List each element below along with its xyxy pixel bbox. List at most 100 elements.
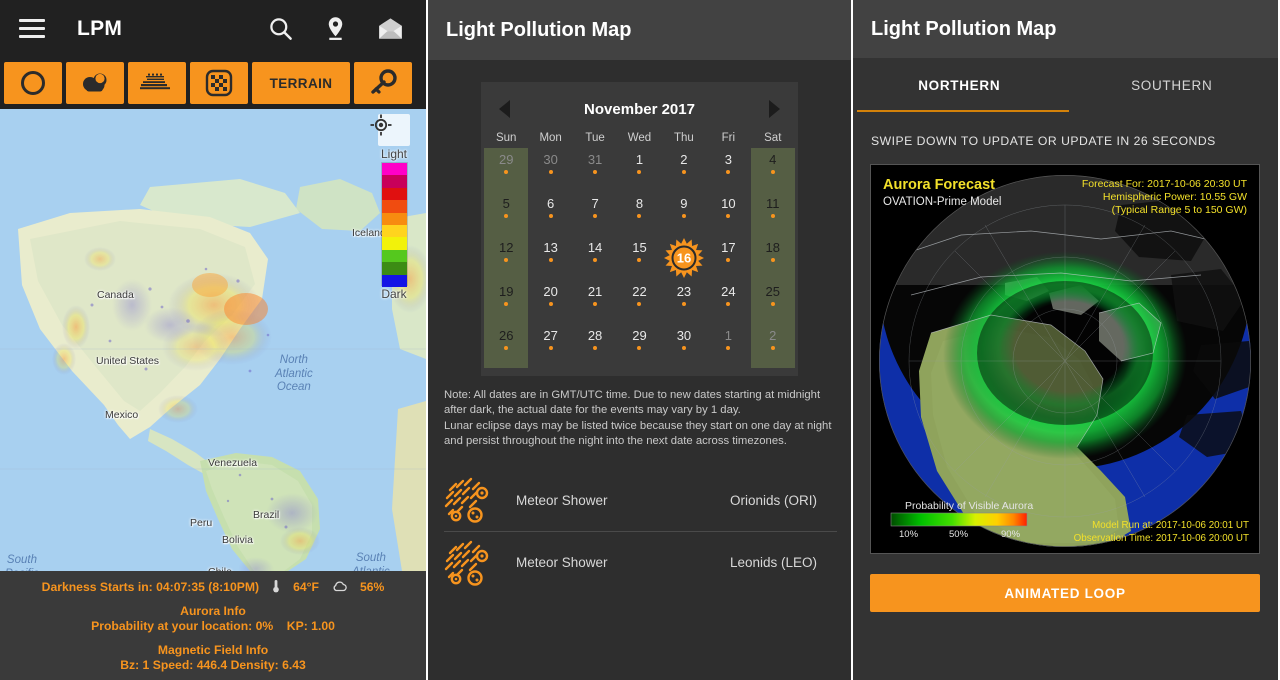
world-map[interactable]: Iceland Canada United States Mexico Vene… — [0, 109, 426, 571]
event-dot — [726, 170, 731, 174]
calendar-day-cell[interactable]: 29 — [617, 324, 661, 368]
calendar-day-number: 3 — [724, 152, 732, 167]
event-dot — [726, 214, 731, 218]
chevron-left-icon[interactable] — [499, 100, 510, 118]
event-name: Meteor Shower — [516, 555, 608, 571]
calendar-day-number: 2 — [769, 328, 777, 343]
key-button[interactable] — [354, 62, 412, 104]
grid-button[interactable] — [190, 62, 248, 104]
cloud-small-icon — [332, 580, 347, 594]
calendar-day-number: 4 — [769, 152, 777, 167]
calendar-day-cell[interactable]: 30 — [528, 148, 572, 192]
event-dot — [593, 214, 598, 218]
calendar-day-cell[interactable]: 17 — [706, 236, 750, 280]
calendar-day-number: 15 — [632, 240, 647, 255]
calendar-day-cell[interactable]: 9 — [662, 192, 706, 236]
circle-overlay-button[interactable] — [4, 62, 62, 104]
calendar-day-number: 27 — [543, 328, 558, 343]
calendar-day-number: 23 — [676, 284, 692, 299]
calendar-day-cell[interactable]: 5 — [484, 192, 529, 236]
aurora-forecast-image[interactable]: Aurora Forecast OVATION-Prime Model Fore… — [870, 164, 1260, 554]
calendar-day-cell[interactable]: 19 — [484, 280, 529, 324]
event-dot — [770, 214, 775, 218]
magnetic-heading: Magnetic Field Info — [157, 643, 269, 657]
location-pin-icon[interactable] — [322, 15, 349, 42]
calendar-day-cell[interactable]: 12 — [484, 236, 529, 280]
hamburger-icon[interactable] — [19, 19, 45, 38]
event-dot — [548, 214, 553, 218]
calendar-day-cell[interactable]: 10 — [706, 192, 750, 236]
aurora-heading: Aurora Info — [180, 604, 246, 618]
calendar-day-cell[interactable]: 2 — [750, 324, 795, 368]
gps-target-icon[interactable] — [370, 114, 410, 146]
calendar-day-cell[interactable]: 7 — [573, 192, 617, 236]
calendar-day-cell[interactable]: 18 — [750, 236, 795, 280]
event-dot — [593, 346, 598, 350]
event-list: Meteor Shower Orionids (ORI) Meteor Show… — [444, 469, 837, 593]
calendar-day-number: 5 — [502, 196, 510, 211]
legend-light-label: Light — [380, 147, 408, 161]
checkerboard-icon — [205, 69, 233, 97]
calendar-day-number: 25 — [765, 284, 780, 299]
event-dot — [504, 258, 509, 262]
svg-text:16: 16 — [677, 251, 691, 266]
tab-northern[interactable]: NORTHERN — [853, 58, 1066, 112]
calendar-day-cell[interactable]: 2 — [662, 148, 706, 192]
calendar-day-number: 6 — [547, 196, 555, 211]
day-header: Mon — [539, 132, 562, 144]
list-item[interactable]: Meteor Shower Orionids (ORI) — [444, 469, 837, 531]
calendar-day-cell[interactable]: 31 — [573, 148, 617, 192]
calendar-day-cell[interactable]: 28 — [573, 324, 617, 368]
clouds-button[interactable] — [66, 62, 124, 104]
aurora-forecast-for: Forecast For: 2017-10-06 20:30 UT — [1082, 178, 1248, 190]
key-icon — [371, 69, 397, 94]
tab-southern[interactable]: SOUTHERN — [1066, 58, 1279, 112]
calendar-day-cell[interactable]: 24 — [706, 280, 750, 324]
sun-marker-icon: 16 — [663, 238, 704, 278]
calendar-month-label: November 2017 — [584, 100, 695, 118]
calendar-day-cell[interactable]: 1 — [706, 324, 750, 368]
calendar-day-headers: Sun Mon Tue Wed Thu Fri Sat — [481, 126, 798, 148]
status-row-darkness: Darkness Starts in: 04:07:35 (8:10PM) 64… — [0, 579, 426, 594]
event-dot — [548, 170, 553, 174]
calendar-day-cell[interactable]: 13 — [528, 236, 572, 280]
aurora-appbar: Light Pollution Map — [853, 0, 1278, 58]
calendar-day-number: 8 — [635, 196, 644, 211]
mail-icon[interactable] — [377, 15, 404, 42]
calendar-day-cell[interactable]: 15 — [617, 236, 661, 280]
calendar-day-cell[interactable]: 25 — [750, 280, 795, 324]
meteor-shower-icon — [444, 540, 489, 586]
calendar-day-cell[interactable]: 3 — [706, 148, 750, 192]
calendar-day-cell[interactable]: 21 — [573, 280, 617, 324]
calendar-day-cell[interactable]: 6 — [528, 192, 572, 236]
calendar-day-cell[interactable]: 11 — [750, 192, 795, 236]
calendar-day-number: 26 — [498, 328, 514, 343]
calendar-day-cell[interactable]: 22 — [617, 280, 661, 324]
calendar-day-cell[interactable]: 16 — [662, 236, 706, 280]
calendar-day-cell[interactable]: 30 — [662, 324, 706, 368]
calendar-day-cell[interactable]: 1 — [617, 148, 661, 192]
light-pollution-button[interactable] — [128, 62, 186, 104]
calendar-day-cell[interactable]: 20 — [528, 280, 572, 324]
event-dot — [681, 214, 686, 218]
calendar-day-cell[interactable]: 27 — [528, 324, 572, 368]
calendar-day-number: 31 — [587, 152, 603, 167]
terrain-button[interactable]: TERRAIN — [252, 62, 350, 104]
list-item[interactable]: Meteor Shower Leonids (LEO) — [444, 531, 837, 593]
calendar-day-cell[interactable]: 8 — [617, 192, 661, 236]
animated-loop-button[interactable]: ANIMATED LOOP — [870, 574, 1260, 612]
chevron-right-icon[interactable] — [769, 100, 780, 118]
calendar-day-cell[interactable]: 4 — [750, 148, 795, 192]
calendar-day-cell[interactable]: 23 — [662, 280, 706, 324]
event-dot — [593, 258, 598, 262]
event-dot — [637, 346, 642, 350]
aurora-legend-title: Probability of Visible Aurora — [905, 500, 1033, 512]
day-header: Sun — [495, 132, 517, 144]
circle-icon — [21, 71, 45, 95]
calendar-day-cell[interactable]: 14 — [573, 236, 617, 280]
calendar-day-cell[interactable]: 26 — [484, 324, 529, 368]
calendar-day-cell[interactable]: 29 — [484, 148, 529, 192]
calendar-note: Note: All dates are in GMT/UTC time. Due… — [444, 389, 832, 448]
aurora-hemispheric-power: Hemispheric Power: 10.55 GW — [1103, 191, 1247, 203]
search-icon[interactable] — [267, 15, 294, 42]
